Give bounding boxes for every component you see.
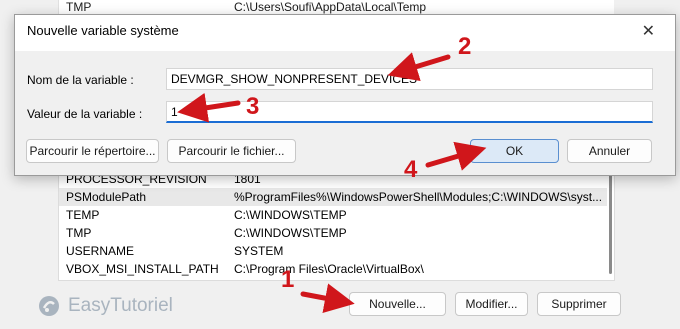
annotation-step-2: 2 bbox=[458, 33, 472, 60]
annotation-arrows bbox=[177, 52, 487, 313]
watermark-text: EasyTutoriel bbox=[68, 295, 173, 316]
easytutoriel-logo-icon bbox=[39, 296, 59, 316]
arrow-to-ok-button bbox=[425, 141, 487, 171]
annotation-step-1: 1 bbox=[281, 266, 295, 293]
arrow-to-name-field bbox=[387, 52, 451, 81]
annotation-step-3: 3 bbox=[246, 93, 260, 120]
watermark: EasyTutoriel bbox=[38, 295, 173, 317]
annotation-step-4: 4 bbox=[404, 156, 418, 183]
arrow-to-value-field bbox=[177, 92, 241, 123]
arrow-to-new-button bbox=[300, 283, 355, 313]
